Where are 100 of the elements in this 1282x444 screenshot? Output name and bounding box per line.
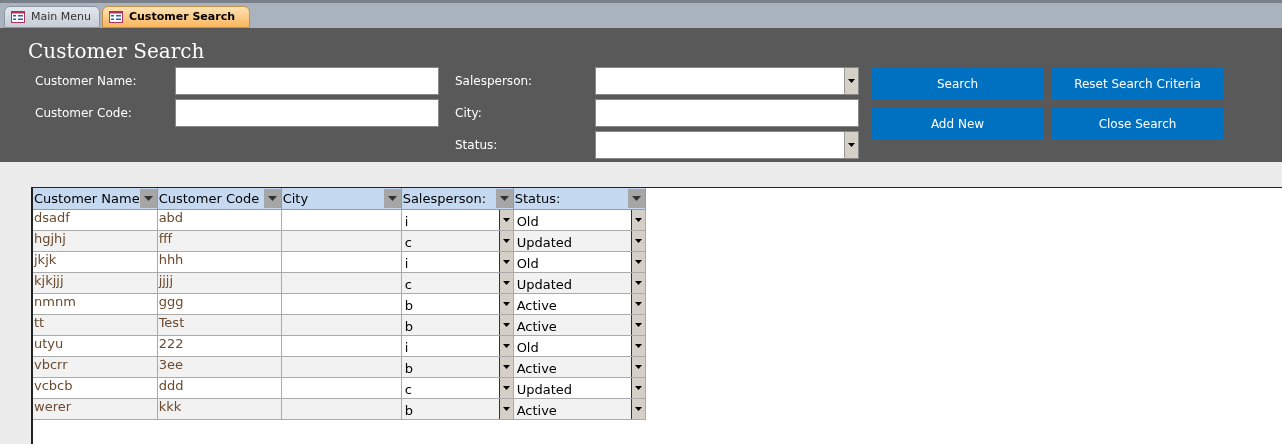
table-cell: vbcrr: [33, 357, 68, 373]
table-cell: jjjj: [157, 273, 174, 289]
dropdown-button[interactable]: [498, 273, 513, 293]
dropdown-button[interactable]: [844, 68, 858, 94]
table-cell-text: b: [403, 361, 413, 377]
caret-icon: [848, 143, 855, 147]
table-cell-text: c: [403, 277, 412, 293]
table-cell: ggg: [157, 294, 184, 310]
action-button[interactable]: Add New: [872, 108, 1043, 139]
dropdown-button[interactable]: [630, 273, 645, 293]
dropdown-button[interactable]: [498, 315, 513, 335]
dropdown-field[interactable]: [595, 67, 859, 95]
caret-icon: [634, 218, 642, 222]
dropdown-button[interactable]: [630, 231, 645, 251]
filter-button[interactable]: [263, 189, 281, 208]
caret-icon: [634, 281, 642, 285]
caret-icon: [634, 302, 642, 306]
table-cell: 3ee: [157, 357, 183, 373]
table-cell-text: Old: [515, 256, 539, 272]
filter-button[interactable]: [627, 189, 645, 208]
table-cell: hgjhj: [33, 231, 66, 247]
table-cell-text: i: [403, 256, 409, 272]
table-cell-text: Updated: [515, 277, 572, 293]
caret-icon: [634, 344, 642, 348]
dropdown-button[interactable]: [498, 378, 513, 398]
caret-icon: [634, 239, 642, 243]
table-cell-text: b: [403, 298, 413, 314]
table-cell-text: Active: [515, 298, 557, 314]
caret-icon: [502, 407, 510, 411]
field-label: Customer Name:: [35, 73, 138, 90]
form-icon: [108, 11, 123, 23]
dropdown-button[interactable]: [630, 294, 645, 314]
dropdown-button[interactable]: [630, 357, 645, 377]
table-cell-text: Active: [515, 319, 557, 335]
caret-icon: [502, 218, 510, 222]
input-field[interactable]: [595, 99, 859, 127]
dropdown-button[interactable]: [498, 231, 513, 251]
caret-icon: [143, 196, 153, 201]
table-cell-text: i: [403, 214, 409, 230]
action-button[interactable]: Close Search: [1052, 108, 1223, 139]
dropdown-button[interactable]: [498, 210, 513, 230]
table-cell-text: Updated: [515, 235, 572, 251]
filter-button[interactable]: [139, 189, 157, 208]
table-cell: vcbcb: [33, 378, 73, 394]
table-cell-text: c: [403, 235, 412, 251]
dropdown-button[interactable]: [630, 210, 645, 230]
caret-icon: [848, 79, 855, 83]
dropdown-field[interactable]: [595, 131, 859, 159]
table-cell-text: Active: [515, 361, 557, 377]
tab[interactable]: Main Menu: [4, 6, 100, 28]
dropdown-button[interactable]: [498, 252, 513, 272]
field-label: Customer Code:: [35, 105, 133, 122]
caret-icon: [499, 196, 509, 201]
table-cell-text: i: [403, 340, 409, 356]
dropdown-button[interactable]: [498, 399, 513, 419]
table-cell: Test: [157, 315, 185, 331]
caret-icon: [634, 260, 642, 264]
table-cell-text: c: [403, 382, 412, 398]
table-cell: ddd: [157, 378, 184, 394]
dropdown-button[interactable]: [630, 336, 645, 356]
dropdown-button[interactable]: [630, 399, 645, 419]
caret-icon: [502, 386, 510, 390]
caret-icon: [631, 196, 641, 201]
input-field[interactable]: [175, 99, 439, 127]
field-label: City:: [455, 105, 483, 122]
caret-icon: [267, 196, 277, 201]
dropdown-button[interactable]: [630, 252, 645, 272]
dropdown-button[interactable]: [498, 357, 513, 377]
table-cell-text: Updated: [515, 382, 572, 398]
form-title: Customer Search: [28, 38, 205, 65]
caret-icon: [387, 196, 397, 201]
caret-icon: [634, 407, 642, 411]
dropdown-button[interactable]: [498, 336, 513, 356]
caret-icon: [502, 260, 510, 264]
table-cell: fff: [157, 231, 173, 247]
table-cell: nmnm: [33, 294, 76, 310]
caret-icon: [502, 344, 510, 348]
table-cell: 222: [157, 336, 184, 352]
action-button[interactable]: Reset Search Criteria: [1052, 68, 1223, 99]
table-cell: werer: [33, 399, 72, 415]
table-cell-text: Old: [515, 214, 539, 230]
field-label: Salesperson:: [455, 73, 534, 90]
table-cell: kjkjjj: [33, 273, 64, 289]
table-cell: kkk: [157, 399, 182, 415]
caret-icon: [502, 281, 510, 285]
caret-icon: [502, 239, 510, 243]
filter-button[interactable]: [383, 189, 401, 208]
input-field[interactable]: [175, 67, 439, 95]
caret-icon: [502, 302, 510, 306]
field-label: Status:: [455, 137, 499, 154]
table-cell-text: b: [403, 319, 413, 335]
action-button[interactable]: Search: [872, 68, 1043, 99]
table-cell: dsadf: [33, 210, 70, 226]
table-cell: utyu: [33, 336, 64, 352]
dropdown-button[interactable]: [844, 132, 858, 158]
dropdown-button[interactable]: [630, 378, 645, 398]
tab[interactable]: Customer Search: [101, 6, 250, 28]
filter-button[interactable]: [495, 189, 513, 208]
dropdown-button[interactable]: [498, 294, 513, 314]
dropdown-button[interactable]: [630, 315, 645, 335]
